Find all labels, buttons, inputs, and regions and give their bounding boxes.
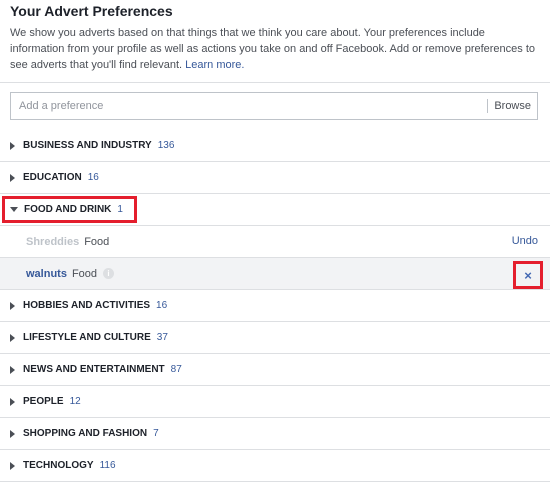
category-count: 136 (157, 140, 175, 151)
add-preference-box: Browse (10, 92, 538, 120)
add-preference-input[interactable] (11, 93, 487, 119)
category-label: TECHNOLOGY (23, 460, 94, 471)
preference-item-walnuts: walnuts Food i × (0, 258, 550, 290)
browse-divider (487, 99, 488, 113)
triangle-right-icon (10, 173, 15, 182)
category-people[interactable]: PEOPLE 12 (0, 386, 550, 418)
category-count: 37 (156, 332, 168, 343)
page-title: Your Advert Preferences (10, 3, 173, 19)
category-count: 16 (87, 172, 99, 183)
category-business-and-industry[interactable]: BUSINESS AND INDUSTRY 136 (0, 130, 550, 162)
category-label: LIFESTYLE AND CULTURE (23, 332, 151, 343)
category-news-and-entertainment[interactable]: NEWS AND ENTERTAINMENT 87 (0, 354, 550, 386)
category-label: PEOPLE (23, 396, 64, 407)
triangle-right-icon (10, 397, 15, 406)
triangle-right-icon (10, 301, 15, 310)
header-divider (0, 82, 550, 83)
category-label: NEWS AND ENTERTAINMENT (23, 364, 165, 375)
category-label: SHOPPING AND FASHION (23, 428, 148, 439)
category-count: 7 (153, 428, 159, 439)
close-icon: × (524, 267, 532, 283)
browse-button[interactable]: Browse (494, 93, 531, 119)
category-count: 16 (156, 300, 168, 311)
triangle-right-icon (10, 365, 15, 374)
remove-preference-button[interactable]: × (513, 261, 543, 289)
category-shopping-and-fashion[interactable]: SHOPPING AND FASHION 7 (0, 418, 550, 450)
category-count: 116 (99, 460, 116, 471)
triangle-right-icon (10, 333, 15, 342)
preference-item-shreddies: Shreddies Food Undo (0, 226, 550, 258)
category-food-and-drink[interactable]: FOOD AND DRINK 1 (0, 194, 550, 226)
category-label: BUSINESS AND INDUSTRY (23, 140, 152, 151)
category-label: EDUCATION (23, 172, 82, 183)
info-icon[interactable]: i (103, 268, 115, 279)
category-technology[interactable]: TECHNOLOGY 116 (0, 450, 550, 482)
description-text: We show you adverts based on that things… (10, 27, 536, 71)
preference-type: Food (71, 267, 98, 280)
preference-list: BUSINESS AND INDUSTRY 136 EDUCATION 16 F… (0, 130, 550, 482)
triangle-right-icon (10, 461, 15, 470)
undo-link[interactable]: Undo (512, 235, 538, 247)
category-label: FOOD AND DRINK (24, 204, 112, 215)
category-lifestyle-and-culture[interactable]: LIFESTYLE AND CULTURE 37 (0, 322, 550, 354)
category-hobbies-and-activities[interactable]: HOBBIES AND ACTIVITIES 16 (0, 290, 550, 322)
category-count: 1 (117, 204, 123, 215)
preference-name[interactable]: walnuts (26, 268, 67, 280)
triangle-right-icon (10, 141, 15, 150)
category-count: 87 (170, 364, 182, 375)
triangle-right-icon (10, 429, 15, 438)
category-education[interactable]: EDUCATION 16 (0, 162, 550, 194)
preference-name: Shreddies (26, 235, 80, 248)
category-count: 12 (69, 396, 81, 407)
category-label: HOBBIES AND ACTIVITIES (23, 300, 151, 311)
page-description: We show you adverts based on that things… (10, 25, 538, 73)
learn-more-link[interactable]: Learn more. (185, 59, 244, 71)
preference-type: Food (84, 235, 110, 248)
triangle-down-icon (10, 207, 18, 212)
